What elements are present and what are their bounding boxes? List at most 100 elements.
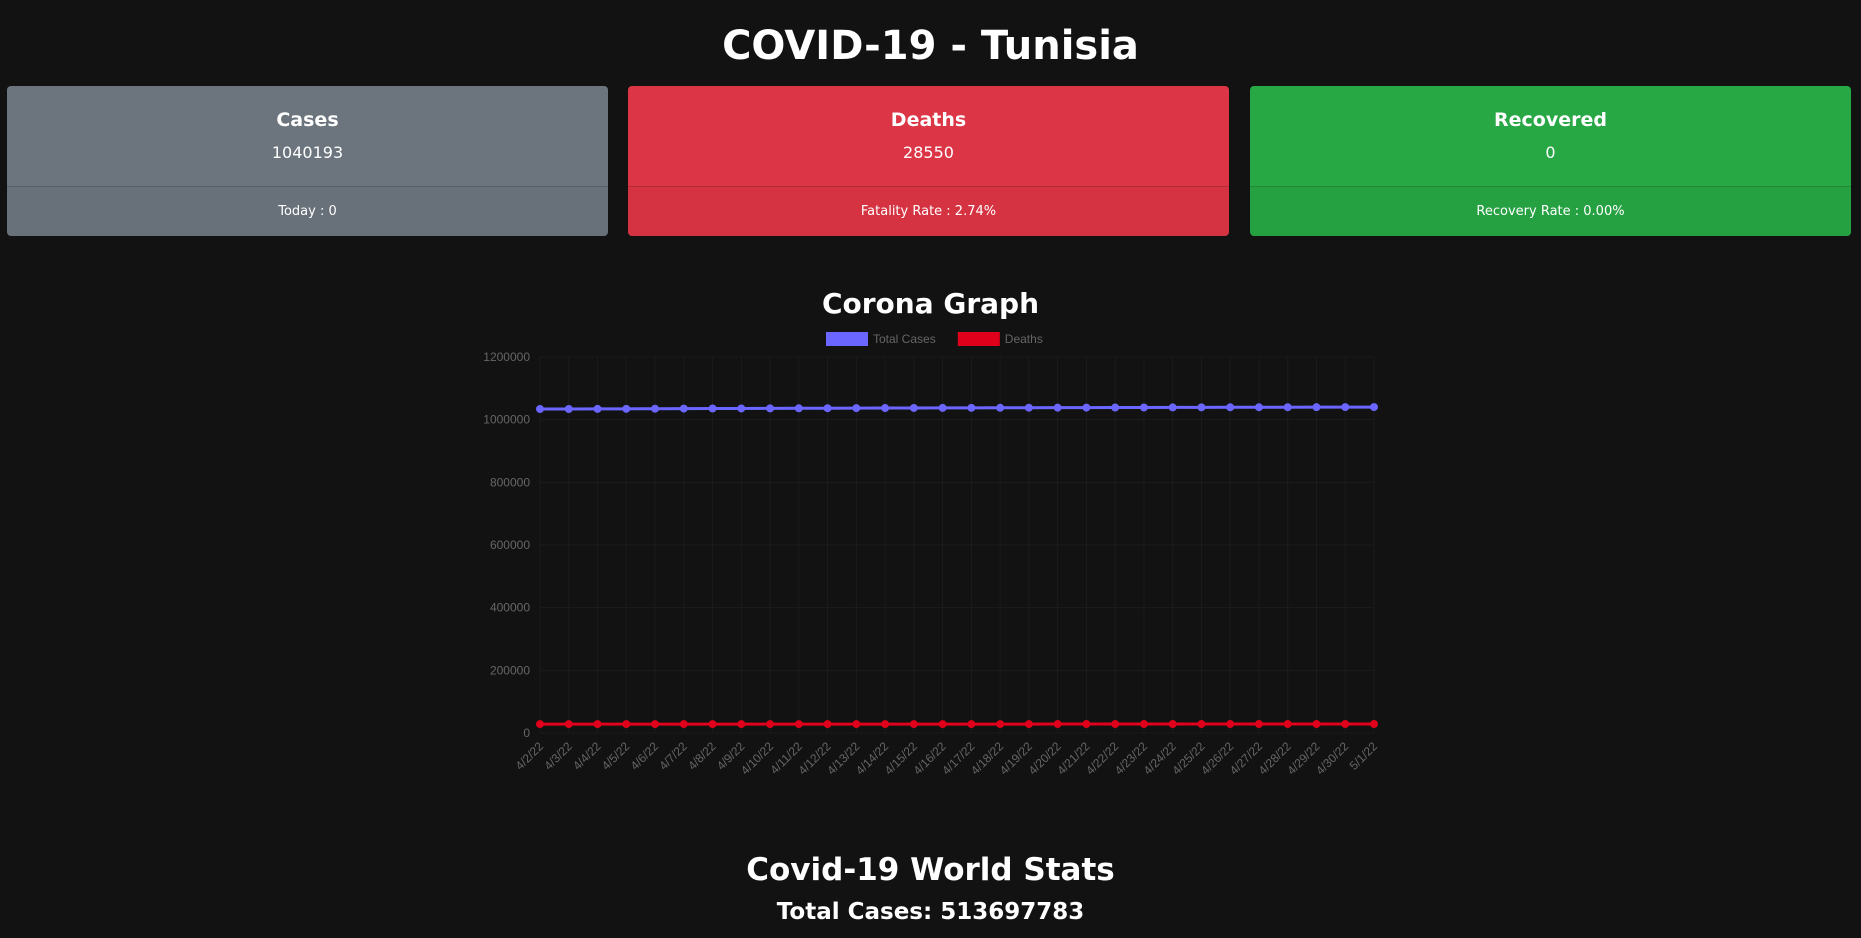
legend-label: Deaths: [1005, 332, 1043, 346]
data-point: [1197, 403, 1206, 412]
deaths-card-body: Deaths 28550: [628, 86, 1229, 187]
data-point: [996, 403, 1005, 412]
data-point: [593, 720, 602, 729]
recovered-card-value: 0: [1545, 143, 1556, 162]
data-point: [1168, 403, 1177, 412]
data-point: [737, 404, 746, 413]
data-point: [651, 720, 660, 729]
data-point: [1111, 403, 1120, 412]
world-total-cases: Total Cases: 513697783: [776, 899, 1085, 925]
data-point: [909, 403, 918, 412]
data-point: [1053, 403, 1062, 412]
data-point: [794, 720, 803, 729]
data-point: [564, 405, 573, 414]
data-point: [1226, 403, 1235, 412]
data-point: [1370, 720, 1378, 729]
data-point: [766, 404, 775, 413]
data-point: [823, 404, 832, 413]
data-point: [1111, 720, 1120, 729]
data-point: [1341, 403, 1350, 412]
data-point: [1312, 403, 1321, 412]
cases-card-footer: Today : 0: [7, 187, 608, 236]
data-point: [1341, 720, 1350, 729]
legend-swatch: [957, 332, 1000, 346]
stats-cards: Cases 1040193 Today : 0 Deaths 28550 Fat…: [7, 86, 1851, 237]
y-tick-label: 800000: [490, 475, 530, 489]
cases-card-body: Cases 1040193: [7, 86, 608, 187]
deaths-card: Deaths 28550 Fatality Rate : 2.74%: [628, 86, 1229, 236]
data-point: [1082, 403, 1091, 412]
x-tick-label: 4/6/22: [628, 739, 662, 773]
x-tick-label: 4/8/22: [685, 739, 719, 773]
recovered-card-title: Recovered: [1494, 109, 1607, 131]
data-point: [938, 403, 947, 412]
graph-title: Corona Graph: [821, 287, 1040, 320]
deaths-card-footer: Fatality Rate : 2.74%: [628, 187, 1229, 236]
recovered-card-footer: Recovery Rate : 0.00%: [1250, 187, 1851, 236]
y-tick-label: 1200000: [483, 350, 530, 364]
data-point: [1053, 720, 1062, 729]
page-title: COVID-19 - Tunisia: [722, 23, 1139, 69]
data-point: [1254, 720, 1263, 729]
data-point: [593, 404, 602, 413]
y-tick-label: 200000: [490, 663, 530, 677]
data-point: [1283, 403, 1292, 412]
data-point: [1254, 403, 1263, 412]
x-tick-label: 4/7/22: [656, 739, 690, 773]
x-tick-label: 4/3/22: [541, 739, 575, 773]
x-tick-label: 5/1/22: [1347, 739, 1381, 773]
y-tick-label: 400000: [490, 601, 530, 615]
data-point: [909, 720, 918, 729]
data-point: [852, 404, 861, 413]
series-line-total-cases: [540, 405, 1375, 411]
legend-label: Total Cases: [873, 332, 936, 346]
data-point: [967, 403, 976, 412]
data-point: [938, 720, 947, 729]
data-point: [996, 720, 1005, 729]
data-point: [1197, 720, 1206, 729]
x-tick-label: 4/2/22: [513, 739, 547, 773]
recovered-card-body: Recovered 0: [1250, 86, 1851, 187]
data-point: [1168, 720, 1177, 729]
data-point: [651, 404, 660, 413]
data-point: [536, 720, 544, 729]
deaths-card-title: Deaths: [890, 109, 967, 131]
y-tick-label: 1000000: [483, 413, 530, 427]
x-tick-label: 4/4/22: [570, 739, 604, 773]
x-tick-label: 4/5/22: [599, 739, 633, 773]
data-point: [679, 720, 688, 729]
x-tick-label: 4/10/22: [738, 739, 776, 777]
data-point: [881, 720, 890, 729]
page: COVID-19 - Tunisia Cases 1040193 Today :…: [0, 0, 1861, 938]
corona-line-chart: 0 200000 400000 600000 800000 1000000 1200000 4…: [483, 332, 1381, 777]
y-tick-label: 0: [523, 726, 530, 740]
data-point: [967, 720, 976, 729]
data-point: [766, 720, 775, 729]
data-point: [852, 720, 861, 729]
data-point: [1139, 403, 1148, 412]
data-point: [737, 720, 746, 729]
recovered-card: Recovered 0 Recovery Rate : 0.00%: [1250, 86, 1851, 236]
x-tick-label: 4/30/22: [1313, 739, 1351, 777]
data-point: [1139, 720, 1148, 729]
data-point: [622, 404, 631, 413]
cases-card: Cases 1040193 Today : 0: [7, 86, 608, 236]
data-point: [1283, 720, 1292, 729]
deaths-card-value: 28550: [903, 143, 954, 162]
data-point: [1312, 720, 1321, 729]
data-point: [536, 405, 544, 414]
cases-card-value: 1040193: [271, 143, 344, 162]
data-point: [823, 720, 832, 729]
data-point: [1024, 720, 1033, 729]
world-stats-title: Covid-19 World Stats: [746, 852, 1115, 888]
data-point: [881, 404, 890, 413]
data-point: [1024, 403, 1033, 412]
data-point: [708, 404, 717, 413]
legend-swatch: [826, 332, 868, 346]
cases-card-title: Cases: [276, 109, 339, 131]
y-tick-label: 600000: [490, 538, 530, 552]
data-point: [622, 720, 631, 729]
data-point: [564, 720, 573, 729]
data-point: [1370, 403, 1378, 412]
data-point: [708, 720, 717, 729]
